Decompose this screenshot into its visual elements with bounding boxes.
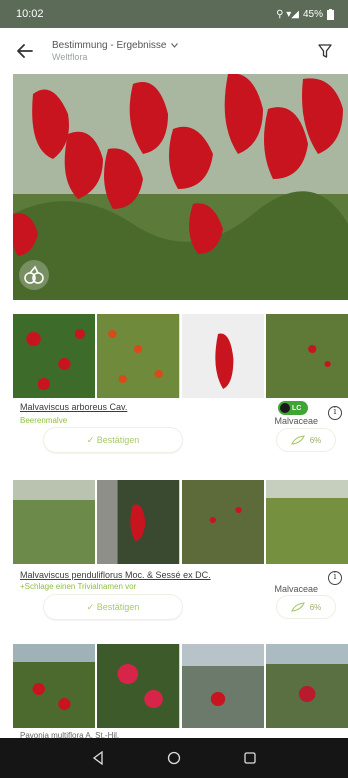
header-titles[interactable]: Bestimmung - Ergebnisse Weltflora (52, 40, 314, 62)
suggest-common-name-link[interactable]: +Schlage einen Trivialnamen vor (20, 582, 136, 591)
result-thumbnails (13, 480, 348, 564)
scientific-name[interactable]: Malvaviscus penduliflorus Moc. & Sessé e… (20, 570, 211, 580)
result-thumbnails (13, 314, 348, 398)
system-navigation-bar (0, 738, 348, 778)
thumbnail-image[interactable] (13, 314, 96, 398)
thumbnail-image[interactable] (181, 314, 264, 398)
signal-icon: ⚲ ▾◢ (276, 8, 299, 20)
filter-button[interactable] (314, 40, 336, 62)
hero-image (13, 74, 348, 300)
result-card[interactable] (13, 644, 348, 728)
fruit-icon (24, 265, 44, 284)
info-icon[interactable]: i (328, 571, 342, 585)
thumbnail-image[interactable] (265, 644, 348, 728)
score-value: 6% (309, 435, 322, 445)
battery-icon (327, 8, 334, 20)
thumbnail-image[interactable] (265, 314, 348, 398)
top-app-bar: Bestimmung - Ergebnisse Weltflora (0, 28, 348, 74)
result-card[interactable]: Malvaviscus penduliflorus Moc. & Sessé e… (13, 480, 348, 622)
result-thumbnails (13, 644, 348, 728)
battery-level: 45% (302, 8, 323, 20)
scientific-name[interactable]: Malvaviscus arboreus Cav. (20, 402, 127, 412)
leaf-icon (290, 602, 305, 612)
status-bar: 10:02 ⚲ ▾◢ 45% (0, 0, 348, 28)
confirm-button[interactable]: ✓ Bestätigen (43, 427, 183, 453)
hero-plant-photo[interactable] (13, 74, 348, 300)
status-icons: ⚲ ▾◢ 45% (276, 8, 334, 20)
thumbnail-image[interactable] (265, 480, 348, 564)
score-badge: 6% (276, 595, 336, 619)
score-badge: 6% (276, 428, 336, 452)
thumbnail-image[interactable] (13, 480, 96, 564)
thumbnail-image[interactable] (13, 644, 96, 728)
thumbnail-image[interactable] (97, 644, 180, 728)
status-time: 10:02 (16, 8, 44, 20)
arrow-left-icon (17, 44, 33, 58)
back-button[interactable] (14, 40, 36, 62)
result-card[interactable]: Malvaviscus arboreus Cav. Beerenmalve LC… (13, 314, 348, 458)
chevron-down-icon (170, 43, 178, 48)
thumbnail-image[interactable] (181, 480, 264, 564)
info-icon[interactable]: i (328, 406, 342, 420)
leaf-icon (290, 435, 305, 445)
thumbnail-image[interactable] (97, 480, 180, 564)
fruit-organ-badge (19, 260, 49, 290)
nav-home-icon[interactable] (167, 751, 181, 765)
page-subtitle: Weltflora (52, 52, 88, 62)
nav-back-icon[interactable] (91, 751, 105, 765)
confirm-button[interactable]: ✓ Bestätigen (43, 594, 183, 620)
page-title: Bestimmung - Ergebnisse (52, 40, 167, 51)
score-value: 6% (309, 602, 322, 612)
filter-icon (318, 44, 332, 58)
thumbnail-image[interactable] (181, 644, 264, 728)
thumbnail-image[interactable] (97, 314, 180, 398)
iucn-status-badge: LC (278, 401, 308, 415)
nav-recents-icon[interactable] (243, 751, 257, 765)
